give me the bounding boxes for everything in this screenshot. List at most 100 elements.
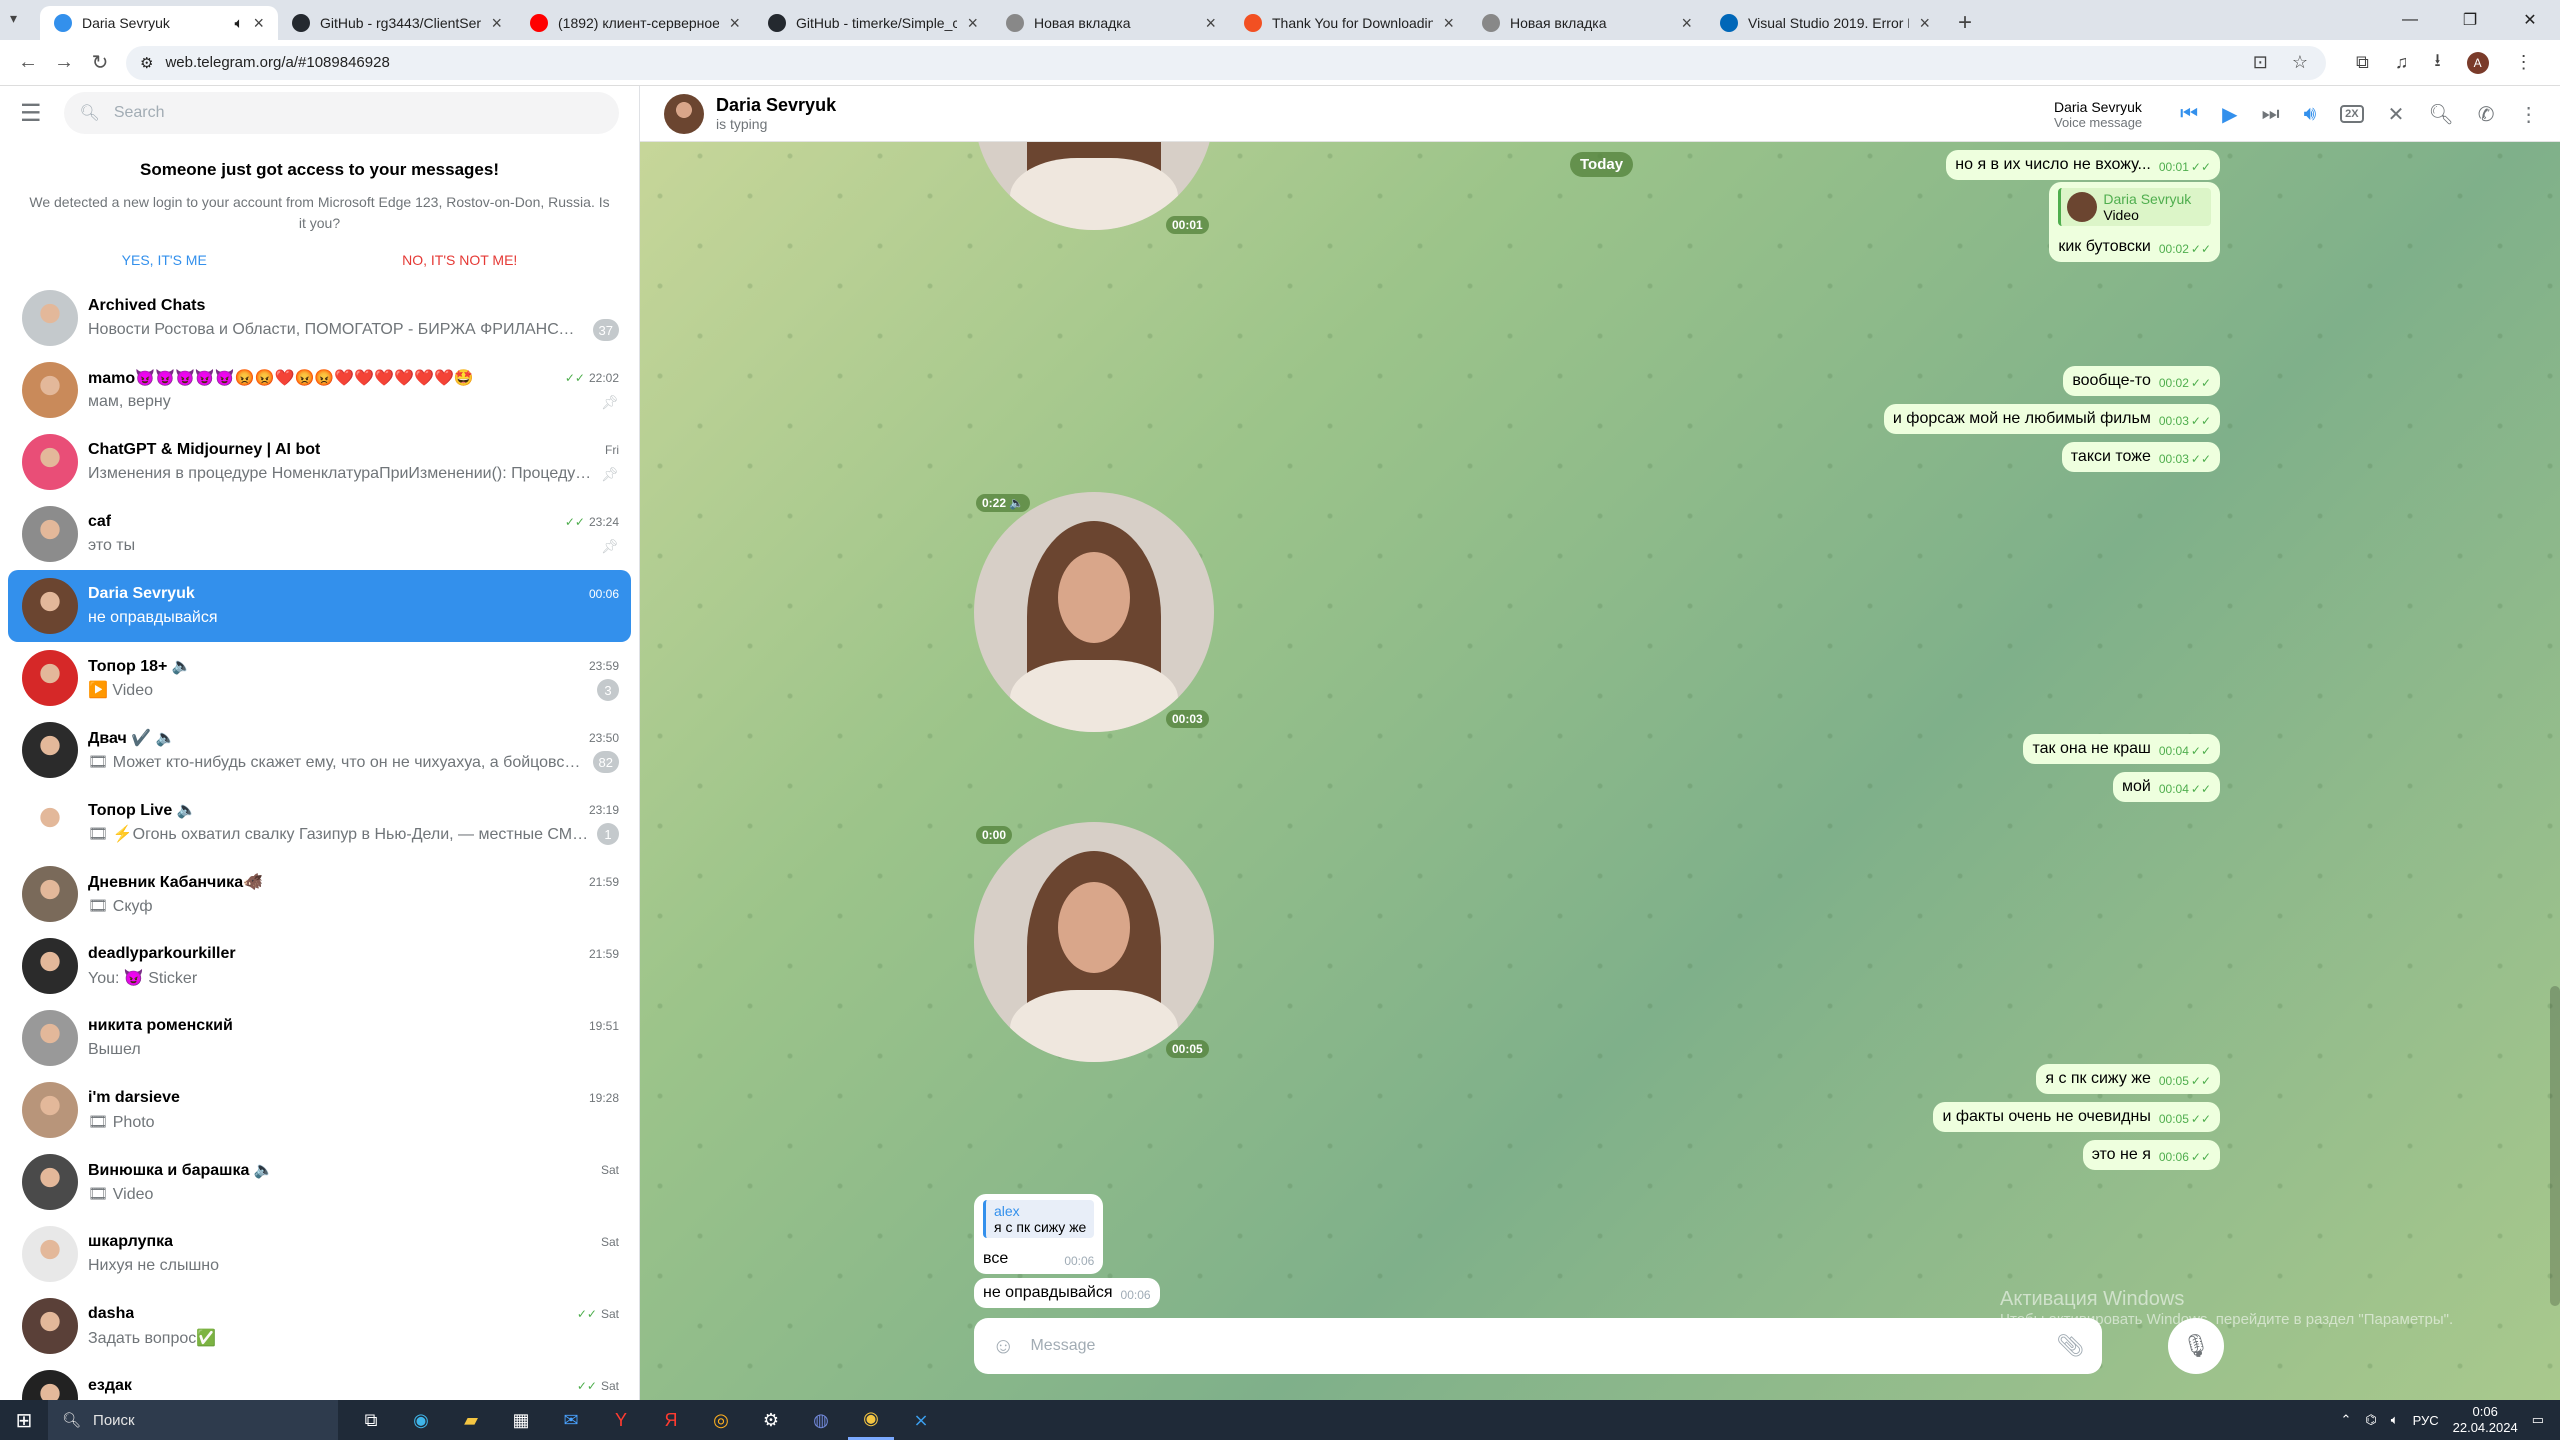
profile-avatar[interactable]: A [2466,51,2489,74]
browser-tab[interactable]: Новая вкладка × [1468,6,1706,40]
yandex-browser-icon[interactable]: Y [598,1400,644,1440]
edge-icon[interactable]: ◉ [398,1400,444,1440]
chat-header[interactable]: Daria Sevryuk is typing Daria Sevryuk Vo… [640,86,2560,142]
close-player-icon[interactable]: ✕ [2388,102,2405,127]
close-tab-icon[interactable]: × [491,13,502,34]
chat-avatar[interactable] [664,93,704,134]
call-icon[interactable]: ✆ [2478,102,2495,127]
chrome-icon[interactable]: ◉ [848,1400,894,1440]
site-info-icon[interactable]: ⚙ [140,54,153,72]
chat-scrollbar[interactable] [2550,986,2560,1306]
chat-list-item[interactable]: dasha ✓✓ Sat Задать вопрос✅ [8,1290,631,1362]
volume-icon[interactable]: 🔊︎ [2304,103,2317,126]
close-tab-icon[interactable]: × [1681,13,1692,34]
outgoing-message[interactable]: такси тоже 00:03 ✓✓ [2061,442,2220,472]
browser-tab[interactable]: GitHub - rg3443/ClientServer × [278,6,516,40]
browser-tab[interactable]: Новая вкладка × [992,6,1230,40]
close-tab-icon[interactable]: × [967,13,978,34]
media-controls-icon[interactable]: ♫ [2395,52,2409,73]
outgoing-message[interactable]: мой 00:04 ✓✓ [2113,772,2220,802]
chat-list-item[interactable]: i'm darsieve 19:28 🎞 Photo [8,1074,631,1146]
steam-icon[interactable]: ⚙ [748,1400,794,1440]
install-app-icon[interactable]: ⊡ [2253,52,2268,73]
chat-list-item[interactable]: Дневник Кабанчика🐗 21:59 🎞 Скуф [8,858,631,930]
outgoing-message[interactable]: это не я 00:06 ✓✓ [2082,1140,2220,1170]
browser-tab[interactable]: (1892) клиент-серверное при × [516,6,754,40]
bookmark-star-icon[interactable]: ☆ [2292,52,2308,73]
close-window-button[interactable]: ✕ [2500,0,2560,40]
browser-tab[interactable]: Thank You for Downloading Vi × [1230,6,1468,40]
chat-list-item[interactable]: ChatGPT & Midjourney | AI bot Fri Измене… [8,426,631,498]
outgoing-message[interactable]: и форсаж мой не любимый фильм 00:03 ✓✓ [1883,404,2220,434]
chat-list-item[interactable]: никита роменский 19:51 Вышел [8,1002,631,1074]
chat-list-item[interactable]: ездак ✓✓ Sat [8,1362,631,1400]
extensions-icon[interactable]: ⧉ [2356,52,2369,73]
hamburger-menu-icon[interactable]: ☰ [20,99,42,128]
browser-tab[interactable]: Visual Studio 2019. Error MSB8 × [1706,6,1944,40]
network-icon[interactable]: ⌬ [2365,1412,2376,1428]
chat-list-item[interactable]: deadlyparkourkiller 21:59 You: 😈 Sticker [8,930,631,1002]
chat-list-item[interactable]: Двач ✔️ 🔈 23:50 🎞 Может кто-нибудь скаже… [8,714,631,786]
outgoing-message[interactable]: Daria Sevryuk Video кик бутовски 00:02 ✓✓ [2049,182,2220,262]
mail-icon[interactable]: ✉ [548,1400,594,1440]
outgoing-message[interactable]: вообще-то 00:02 ✓✓ [2063,366,2220,396]
attach-icon[interactable]: 📎︎ [2056,1333,2084,1359]
close-tab-icon[interactable]: × [1919,13,1930,34]
tab-search-icon[interactable]: ▾ [10,10,17,27]
close-tab-icon[interactable]: × [1205,13,1216,34]
volume-icon[interactable]: 🔈︎ [2391,1412,2399,1428]
back-button[interactable]: ← [10,51,46,74]
browser-tab[interactable]: GitHub - timerke/Simple_clien × [754,6,992,40]
play-icon[interactable]: ▶ [2222,102,2237,127]
chat-list-item[interactable]: mamo😈😈😈😈😈😡😡❤️😡😡❤️❤️❤️❤️❤️❤️🤩 ✓✓ 22:02 мам… [8,354,631,426]
next-track-icon[interactable]: ⏭ [2262,103,2280,126]
search-input[interactable]: 🔍︎ Search [63,92,619,134]
close-tab-icon[interactable]: × [1443,13,1454,34]
close-tab-icon[interactable]: × [729,13,740,34]
incoming-message[interactable]: не оправдывайся 00:06 [974,1278,1160,1308]
emoji-icon[interactable]: ☺ [992,1333,1014,1359]
outgoing-message[interactable]: и факты очень не очевидны 00:05 ✓✓ [1933,1102,2220,1132]
chat-list-item[interactable]: Топор Live 🔈 23:19 🎞 ⚡Огонь охватил свал… [8,786,631,858]
alert-no-button[interactable]: NO, IT'S NOT ME! [402,252,517,268]
vscode-icon[interactable]: ⨯ [898,1400,944,1440]
video-message-3[interactable] [974,822,1214,1062]
previous-track-icon[interactable]: ⏮ [2180,103,2198,126]
chat-list-item[interactable]: Винюшка и барашка 🔈 Sat 🎞 Video [8,1146,631,1218]
chat-list-item[interactable]: Топор 18+ 🔈 23:59 ▶️ Video 3 [8,642,631,714]
notifications-icon[interactable]: ▭ [2532,1412,2544,1428]
chat-list-item[interactable]: шкарлупка Sat Нихуя не слышно [8,1218,631,1290]
microphone-button[interactable]: 🎙︎ [2168,1318,2224,1374]
clock[interactable]: 0:06 22.04.2024 [2453,1404,2518,1436]
chat-list-item[interactable]: caf ✓✓ 23:24 это ты 📌︎ [8,498,631,570]
file-explorer-icon[interactable]: ▰ [448,1400,494,1440]
task-view-icon[interactable]: ⧉ [348,1400,394,1440]
language-indicator[interactable]: РУС [2413,1413,2439,1428]
taskbar-search[interactable]: 🔍︎ Поиск [48,1400,338,1440]
discord-icon[interactable]: ◍ [798,1400,844,1440]
reply-quote[interactable]: Daria Sevryuk Video [2058,188,2211,226]
start-button[interactable]: ⊞ [0,1408,48,1433]
chat-list-item[interactable]: Archived Chats Новости Ростова и Области… [8,282,631,354]
speaker-icon[interactable]: 🔈︎ [234,15,243,32]
outgoing-message[interactable]: я с пк сижу же 00:05 ✓✓ [2036,1064,2220,1094]
reply-quote[interactable]: alex я с пк сижу же [983,1200,1095,1238]
menu-kebab-icon[interactable]: ⋮ [2515,52,2533,73]
forward-button[interactable]: → [46,51,82,74]
outgoing-message[interactable]: но я в их число не вхожу... 00:01 ✓✓ [1946,150,2220,180]
minimize-button[interactable]: — [2380,0,2440,40]
alert-yes-button[interactable]: YES, IT'S ME [122,252,207,268]
chat-search-icon[interactable]: 🔍︎ [2428,102,2453,127]
incoming-message[interactable]: alex я с пк сижу же все 00:06 [974,1194,1104,1274]
maximize-button[interactable]: ❐ [2440,0,2500,40]
playback-speed-button[interactable]: 2X [2340,105,2364,123]
close-tab-icon[interactable]: × [253,13,264,34]
outgoing-message[interactable]: так она не краш 00:04 ✓✓ [2023,734,2220,764]
browser-tab[interactable]: Daria Sevryuk 🔈︎ × [40,6,278,40]
yandex-icon[interactable]: Я [648,1400,694,1440]
new-tab-button[interactable]: + [1944,6,1986,40]
reload-button[interactable]: ↻ [82,50,118,75]
store-icon[interactable]: ▦ [498,1400,544,1440]
tray-chevron-icon[interactable]: ⌃ [2341,1412,2352,1428]
address-bar[interactable]: ⚙ web.telegram.org/a/#1089846928 ⊡ ☆ [126,45,2326,80]
